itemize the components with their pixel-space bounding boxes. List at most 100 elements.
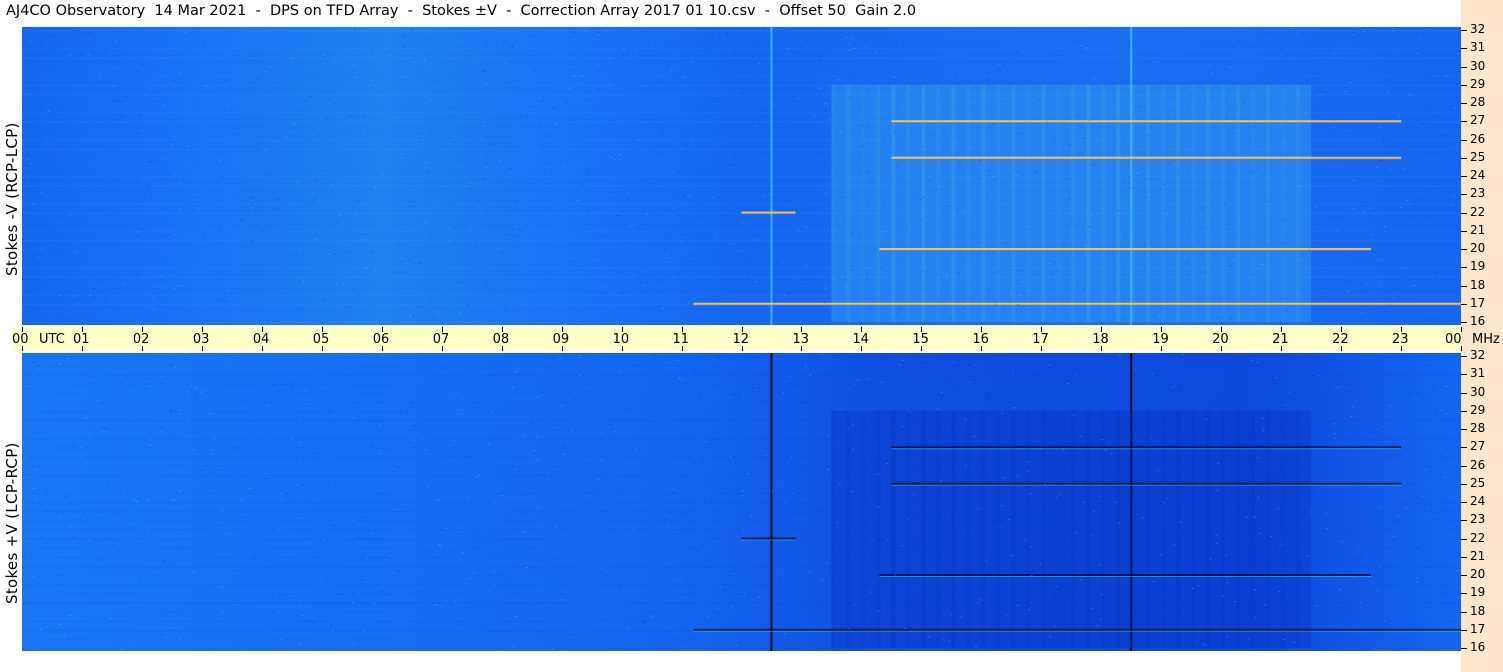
noise-speck <box>901 425 904 427</box>
noise-speck <box>495 449 498 451</box>
noise-speck <box>325 172 328 174</box>
noise-speck <box>1217 462 1220 464</box>
activity-stripe <box>831 410 836 648</box>
noise-speck <box>417 67 420 69</box>
noise-speck <box>123 492 126 494</box>
noise-speck <box>819 56 822 58</box>
noise-speck <box>215 530 218 532</box>
noise-speck <box>773 212 776 214</box>
noise-speck <box>872 218 875 220</box>
noise-speck <box>1325 287 1328 289</box>
noise-speck <box>412 62 415 64</box>
noise-speck <box>85 461 88 463</box>
noise-speck <box>322 300 325 302</box>
noise-speck <box>704 441 707 443</box>
noise-speck <box>319 403 322 405</box>
frequency-tick-mark <box>1461 176 1467 177</box>
noise-speck <box>165 300 168 302</box>
noise-speck <box>248 633 251 635</box>
noise-speck <box>431 439 434 441</box>
noise-speck <box>33 170 36 172</box>
noise-speck <box>1376 590 1379 592</box>
noise-speck <box>296 484 299 486</box>
noise-speck <box>573 76 576 78</box>
noise-speck <box>798 519 801 521</box>
noise-speck <box>1154 58 1157 60</box>
noise-speck <box>256 149 259 151</box>
noise-speck <box>298 441 301 443</box>
noise-speck <box>1317 375 1320 377</box>
noise-speck <box>969 146 972 148</box>
noise-speck <box>755 124 758 126</box>
noise-speck <box>230 110 233 112</box>
noise-speck <box>217 524 220 526</box>
noise-speck <box>302 389 305 391</box>
noise-speck <box>671 533 674 535</box>
noise-speck <box>138 114 141 116</box>
noise-speck <box>1261 429 1264 431</box>
noise-speck <box>315 180 318 182</box>
noise-speck <box>1005 512 1008 514</box>
noise-speck <box>674 377 677 379</box>
noise-speck <box>865 378 868 380</box>
noise-speck <box>700 86 703 88</box>
noise-speck <box>33 361 36 363</box>
noise-speck <box>918 198 921 200</box>
noise-speck <box>936 544 939 546</box>
noise-speck <box>373 186 376 188</box>
frequency-tick-mark <box>1461 447 1467 449</box>
noise-speck <box>1232 45 1235 47</box>
noise-speck <box>495 290 498 292</box>
noise-speck <box>88 54 91 56</box>
noise-speck <box>366 500 369 502</box>
noise-speck <box>737 250 740 252</box>
noise-speck <box>709 527 712 529</box>
noise-speck <box>41 191 44 193</box>
noise-speck <box>1437 78 1440 80</box>
noise-speck <box>323 390 326 392</box>
noise-speck <box>1049 635 1052 637</box>
noise-speck <box>1022 51 1025 53</box>
noise-speck <box>1204 224 1207 226</box>
noise-speck <box>240 219 243 221</box>
noise-speck <box>998 64 1001 66</box>
noise-speck <box>79 446 82 448</box>
noise-speck <box>1245 516 1248 518</box>
noise-speck <box>1137 106 1140 108</box>
noise-speck <box>1079 45 1082 47</box>
utc-hour-label: 16 <box>972 332 989 347</box>
noise-speck <box>536 396 539 398</box>
noise-speck <box>216 470 219 472</box>
noise-speck <box>827 435 830 437</box>
noise-speck <box>1249 139 1252 141</box>
noise-speck <box>306 419 309 421</box>
noise-speck <box>1390 550 1393 552</box>
noise-speck <box>1256 457 1259 459</box>
noise-speck <box>887 609 890 611</box>
noise-speck <box>336 283 339 285</box>
noise-speck <box>516 438 519 440</box>
bottom-frequency-ticks: 32 31 30 29 28 27 26 25 24 23 22 21 20 19 18 17 16 <box>1461 348 1503 654</box>
noise-speck <box>876 506 879 508</box>
noise-speck <box>821 580 824 582</box>
noise-speck <box>462 628 465 630</box>
noise-speck <box>997 271 1000 273</box>
noise-speck <box>280 493 283 495</box>
noise-speck <box>1261 413 1264 415</box>
noise-speck <box>1254 516 1257 518</box>
noise-speck <box>1027 461 1030 463</box>
noise-speck <box>849 49 852 51</box>
noise-speck <box>1018 253 1021 255</box>
noise-speck <box>1023 292 1026 294</box>
noise-speck <box>586 170 589 172</box>
noise-speck <box>634 448 637 450</box>
noise-speck <box>89 294 92 296</box>
noise-speck <box>324 597 327 599</box>
noise-speck <box>924 419 927 421</box>
noise-speck <box>852 309 855 311</box>
noise-speck <box>1299 492 1302 494</box>
noise-speck <box>360 582 363 584</box>
noise-speck <box>896 165 899 167</box>
noise-speck <box>1280 576 1283 578</box>
frequency-tick-label: 29 <box>1470 76 1486 91</box>
